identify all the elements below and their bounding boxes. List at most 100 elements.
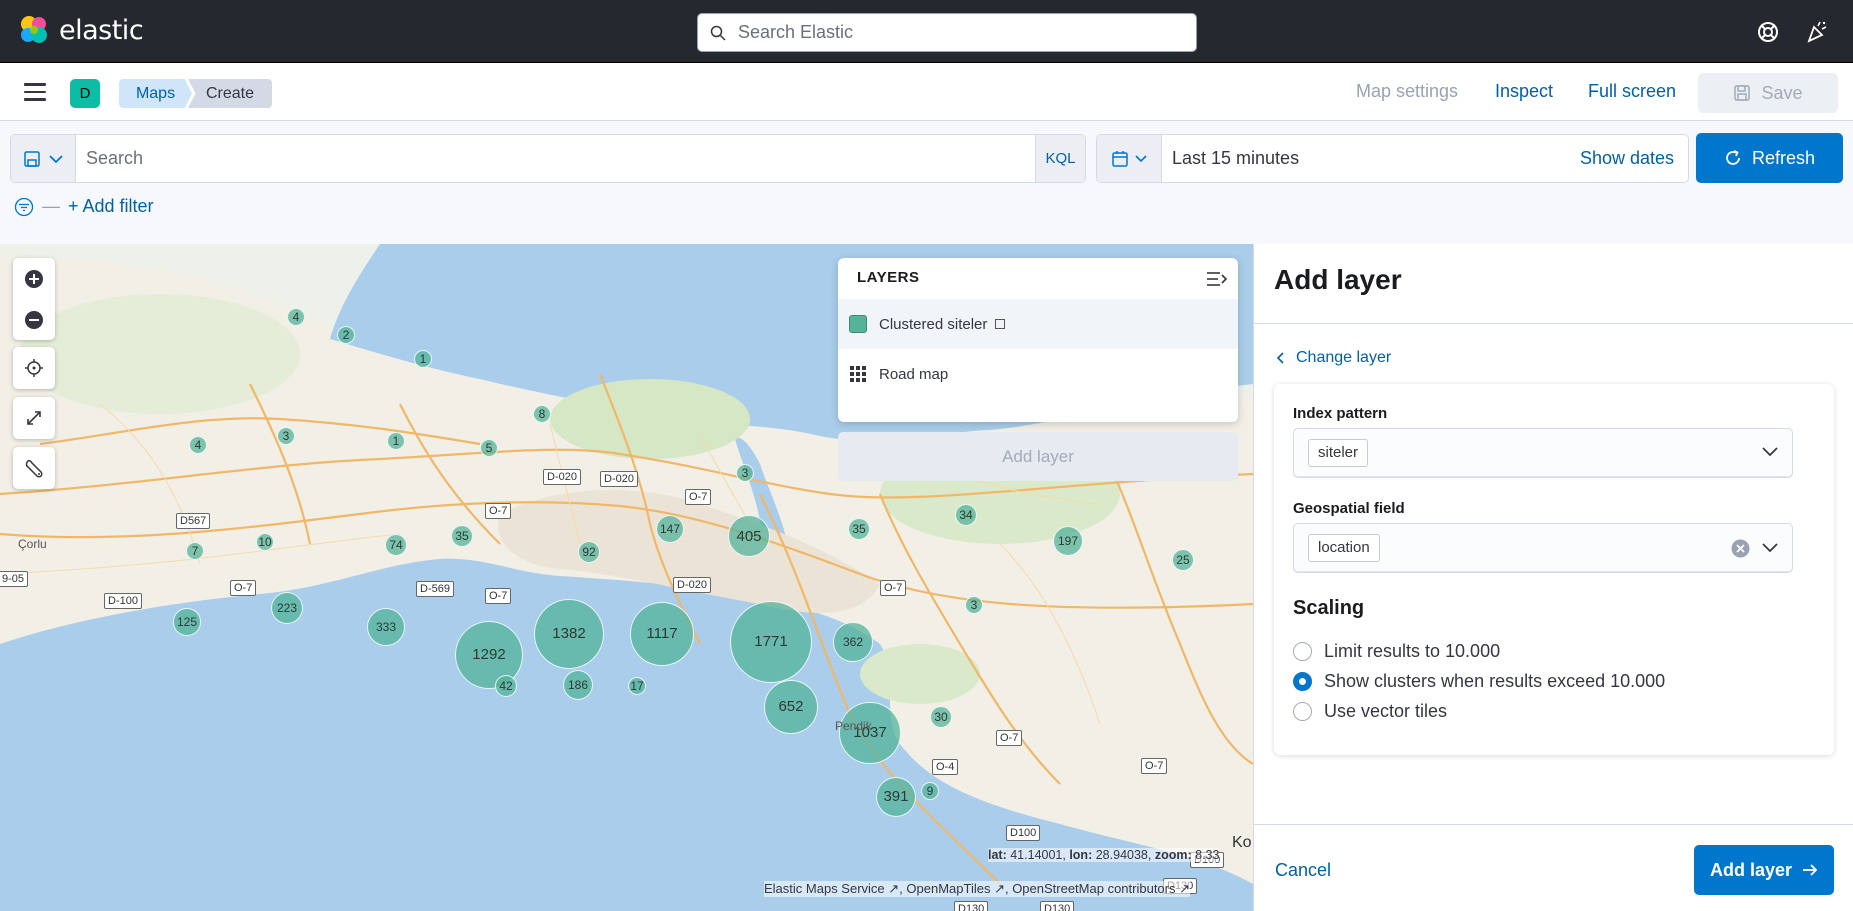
radio-vector-tiles[interactable] — [1293, 702, 1312, 721]
collapse-layers-icon[interactable] — [1206, 271, 1228, 287]
cluster-bubble[interactable]: 9 — [921, 782, 939, 800]
road-shield: D-020 — [600, 471, 638, 487]
clear-icon[interactable] — [1731, 539, 1750, 558]
space-avatar[interactable]: D — [70, 79, 100, 108]
cluster-bubble[interactable]: 333 — [367, 608, 405, 646]
road-shield: D-569 — [416, 581, 454, 597]
attribution-osm[interactable]: OpenStreetMap contributors — [1012, 881, 1175, 896]
cluster-bubble[interactable]: 1771 — [729, 600, 812, 683]
layer-name: Road map — [879, 365, 949, 383]
calendar-icon — [1112, 150, 1128, 167]
show-dates-link[interactable]: Show dates — [1580, 135, 1688, 182]
zoom-controls — [13, 258, 55, 340]
menu-icon[interactable] — [24, 83, 46, 101]
add-layer-button[interactable]: Add layer — [1694, 845, 1834, 895]
coord-zoom: 8.33 — [1195, 848, 1220, 862]
cluster-bubble[interactable]: 17 — [628, 677, 646, 695]
cluster-bubble[interactable]: 125 — [173, 608, 201, 636]
save-query-icon — [24, 150, 40, 167]
scaling-option-vector-tiles[interactable]: Use vector tiles — [1293, 701, 1447, 722]
road-shield: D-100 — [104, 593, 142, 609]
cluster-bubble[interactable]: 7 — [186, 542, 204, 560]
cluster-bubble[interactable]: 1 — [414, 350, 432, 368]
scaling-option-clusters[interactable]: Show clusters when results exceed 10.000 — [1293, 671, 1665, 692]
chevron-down-icon — [1135, 154, 1147, 162]
chevron-down-icon — [1762, 447, 1778, 457]
road-shield: D567 — [176, 513, 211, 529]
cluster-bubble[interactable]: 186 — [562, 669, 594, 701]
coord-lon: 28.94038 — [1095, 848, 1148, 862]
cluster-bubble[interactable]: 4 — [189, 436, 207, 454]
global-search-input[interactable]: Search Elastic — [697, 13, 1197, 52]
full-screen-link[interactable]: Full screen — [1588, 81, 1676, 102]
cluster-bubble[interactable]: 3 — [965, 596, 983, 614]
app-header — [0, 63, 1853, 121]
saved-query-button[interactable] — [11, 135, 76, 182]
elastic-logo[interactable]: elastic — [18, 14, 144, 46]
add-layer-panel: Add layer Change layer Index pattern sit… — [1253, 244, 1853, 911]
radio-clusters[interactable] — [1293, 672, 1312, 691]
cluster-bubble[interactable]: 2 — [337, 326, 355, 344]
refresh-button[interactable]: Refresh — [1696, 133, 1843, 183]
locate-control[interactable] — [13, 347, 55, 389]
fit-bounds-control[interactable] — [13, 397, 55, 439]
cluster-bubble[interactable]: 3 — [736, 464, 754, 482]
index-pattern-select[interactable]: siteler — [1293, 428, 1793, 478]
radio-limit[interactable] — [1293, 642, 1312, 661]
save-button[interactable]: Save — [1698, 73, 1838, 113]
cancel-button[interactable]: Cancel — [1275, 860, 1331, 881]
attribution-openmaptiles[interactable]: OpenMapTiles — [906, 881, 990, 896]
map-add-layer-button[interactable]: Add layer — [838, 432, 1238, 481]
cluster-bubble[interactable]: 362 — [833, 622, 873, 662]
cluster-bubble[interactable]: 652 — [764, 680, 818, 734]
zoom-in-icon[interactable] — [24, 269, 44, 289]
map-settings-link[interactable]: Map settings — [1356, 81, 1458, 102]
cluster-bubble[interactable]: 30 — [930, 706, 952, 728]
scaling-option-limit[interactable]: Limit results to 10.000 — [1293, 641, 1500, 662]
layer-item-road-map[interactable]: Road map — [838, 349, 1238, 399]
time-range[interactable]: Last 15 minutes — [1162, 135, 1580, 182]
cluster-bubble[interactable]: 35 — [451, 525, 473, 547]
cluster-bubble[interactable]: 42 — [495, 675, 517, 697]
cluster-bubble[interactable]: 35 — [848, 518, 870, 540]
newsfeed-icon[interactable] — [1805, 20, 1829, 44]
save-label: Save — [1761, 82, 1803, 103]
query-input[interactable]: Search — [76, 135, 1035, 182]
tools-control[interactable] — [13, 447, 55, 489]
cluster-bubble[interactable]: 34 — [955, 504, 977, 526]
quick-select-button[interactable] — [1097, 135, 1162, 182]
elastic-logo-icon — [21, 16, 47, 43]
cluster-bubble[interactable]: 3 — [277, 427, 295, 445]
layer-item-clustered-siteler[interactable]: Clustered siteler — [838, 299, 1238, 349]
cluster-bubble[interactable]: 74 — [385, 534, 407, 556]
zoom-out-icon[interactable] — [24, 310, 44, 330]
cluster-bubble[interactable]: 8 — [533, 405, 551, 423]
attribution-ems[interactable]: Elastic Maps Service — [764, 881, 885, 896]
cluster-bubble[interactable]: 147 — [655, 514, 685, 544]
kql-button[interactable]: KQL — [1035, 135, 1085, 182]
help-icon[interactable] — [1756, 20, 1780, 44]
geo-field-value: location — [1308, 534, 1380, 562]
refresh-label: Refresh — [1751, 147, 1816, 168]
filter-icon[interactable] — [14, 197, 34, 217]
cluster-bubble[interactable]: 4 — [287, 308, 305, 326]
add-filter-link[interactable]: + Add filter — [68, 196, 154, 217]
search-icon — [710, 25, 726, 41]
cluster-bubble[interactable]: 405 — [728, 515, 770, 557]
change-layer-link[interactable]: Change layer — [1276, 349, 1391, 367]
cluster-bubble[interactable]: 25 — [1172, 549, 1194, 571]
cluster-bubble[interactable]: 1117 — [630, 602, 694, 666]
road-shield: D-020 — [673, 577, 711, 593]
index-pattern-value: siteler — [1308, 439, 1369, 467]
cluster-bubble[interactable]: 1 — [387, 432, 405, 450]
cluster-bubble[interactable]: 5 — [480, 439, 498, 457]
road-shield: O-7 — [880, 580, 907, 596]
cluster-bubble[interactable]: 223 — [270, 591, 304, 625]
cluster-bubble[interactable]: 92 — [578, 541, 600, 563]
geo-field-select[interactable]: location — [1293, 523, 1793, 573]
breadcrumb-maps[interactable]: Maps — [119, 79, 192, 108]
breadcrumb-create: Create — [188, 79, 272, 108]
layers-title: LAYERS — [857, 269, 920, 286]
cluster-bubble[interactable]: 10 — [256, 533, 274, 551]
inspect-link[interactable]: Inspect — [1495, 81, 1553, 102]
